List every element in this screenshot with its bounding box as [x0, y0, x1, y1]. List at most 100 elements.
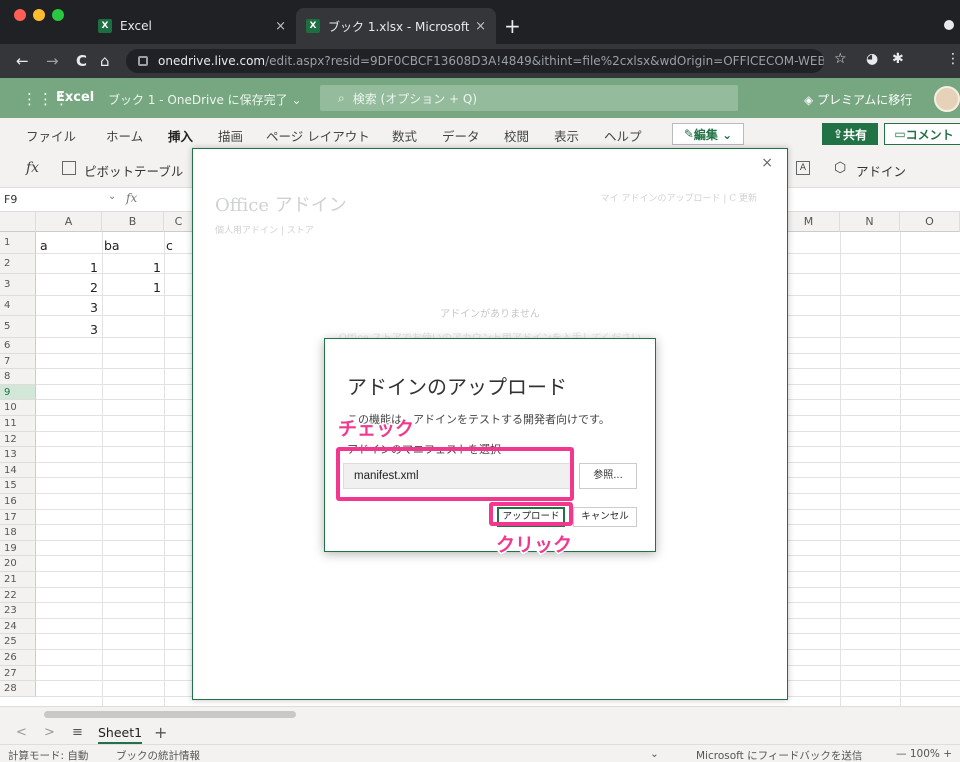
browser-menu-icon[interactable]	[944, 20, 954, 30]
row-header[interactable]: 2	[0, 254, 36, 274]
row-header[interactable]: 11	[0, 416, 36, 432]
cell-b1[interactable]: ba	[104, 238, 120, 253]
close-window-button[interactable]	[14, 9, 26, 21]
addin-button[interactable]: アドイン	[856, 161, 906, 180]
cell-b3[interactable]: 1	[153, 280, 161, 295]
row-header[interactable]: 13	[0, 447, 36, 463]
column-header-o[interactable]: O	[900, 212, 960, 232]
row-header[interactable]: 3	[0, 274, 36, 296]
name-box[interactable]: F9	[4, 193, 17, 206]
row-header[interactable]: 17	[0, 509, 36, 526]
tab-insert[interactable]: 挿入	[168, 126, 194, 153]
row-header[interactable]: 9	[0, 384, 36, 401]
tab-formulas[interactable]: 数式	[392, 126, 417, 145]
sheet-tab-sheet1[interactable]: Sheet1	[98, 725, 143, 744]
reload-icon[interactable]: C	[76, 52, 87, 70]
row-header[interactable]: 12	[0, 431, 36, 448]
column-header-n[interactable]: N	[840, 212, 900, 232]
document-title[interactable]: ブック 1 - OneDrive に保存完了 ⌄	[108, 91, 302, 108]
upload-my-addin-link[interactable]: マイ アドインのアップロード | C 更新	[601, 191, 757, 204]
row-header[interactable]: 28	[0, 681, 36, 697]
comment-button[interactable]: ▭ コメント	[884, 123, 960, 145]
text-box-icon[interactable]: A	[796, 161, 810, 175]
pivot-table-icon[interactable]	[62, 161, 76, 175]
close-icon[interactable]: ×	[761, 155, 773, 171]
puzzle-icon[interactable]: ✱	[892, 51, 904, 67]
sheet-list-icon[interactable]: ≡	[72, 725, 83, 740]
edit-mode-button[interactable]: ✎ 編集 ⌄	[672, 123, 744, 145]
cell-a4[interactable]: 3	[90, 300, 98, 315]
cell-a5[interactable]: 3	[90, 322, 98, 337]
add-sheet-button[interactable]: +	[154, 723, 167, 742]
tab-home[interactable]: ホーム	[106, 126, 143, 145]
horizontal-scrollbar[interactable]	[44, 711, 296, 718]
row-header[interactable]: 6	[0, 338, 36, 354]
share-button[interactable]: ⇪ 共有	[822, 123, 878, 145]
row-header[interactable]: 21	[0, 572, 36, 588]
url-field[interactable]: onedrive.live.com /edit.aspx?resid=9DF0C…	[126, 49, 824, 73]
prev-sheet-icon[interactable]: <	[16, 725, 27, 740]
zoom-control[interactable]: — 100% +	[896, 748, 952, 760]
bookmark-star-icon[interactable]: ☆	[834, 51, 847, 67]
new-tab-button[interactable]: +	[504, 16, 521, 36]
row-header[interactable]: 26	[0, 650, 36, 666]
search-input[interactable]: ⌕ 検索 (オプション + Q)	[320, 85, 738, 111]
tab-view[interactable]: 表示	[554, 126, 579, 145]
cancel-button[interactable]: キャンセル	[573, 507, 637, 527]
workbook-stats[interactable]: ブックの統計情報	[116, 748, 200, 762]
insert-function-icon[interactable]: fx	[26, 160, 39, 176]
addin-icon[interactable]: ⬡	[834, 160, 846, 176]
tab-data[interactable]: データ	[442, 126, 480, 145]
cell-a2[interactable]: 1	[90, 260, 98, 275]
feedback-link[interactable]: Microsoft にフィードバックを送信	[696, 748, 862, 762]
tab-review[interactable]: 校閲	[504, 126, 529, 145]
row-header[interactable]: 10	[0, 400, 36, 416]
row-header[interactable]: 19	[0, 540, 36, 557]
column-header-a[interactable]: A	[36, 212, 102, 232]
back-icon[interactable]: ←	[16, 52, 29, 70]
forward-icon[interactable]: →	[46, 52, 59, 70]
row-header[interactable]: 14	[0, 462, 36, 479]
tab-help[interactable]: ヘルプ	[604, 126, 642, 145]
row-header[interactable]: 7	[0, 353, 36, 370]
row-header[interactable]: 20	[0, 556, 36, 572]
tab-draw[interactable]: 描画	[218, 126, 243, 145]
column-header-c[interactable]: C	[164, 212, 194, 232]
home-icon[interactable]: ⌂	[100, 52, 110, 70]
row-header[interactable]: 24	[0, 618, 36, 635]
extension-icon[interactable]: ◕	[866, 51, 878, 67]
chevron-down-icon[interactable]: ⌄	[108, 191, 116, 202]
minimize-window-button[interactable]	[33, 9, 45, 21]
row-header[interactable]: 8	[0, 369, 36, 385]
next-sheet-icon[interactable]: >	[44, 725, 55, 740]
row-header[interactable]: 16	[0, 494, 36, 510]
app-name[interactable]: Excel	[56, 90, 94, 105]
row-header[interactable]: 23	[0, 603, 36, 619]
cell-b2[interactable]: 1	[153, 260, 161, 275]
row-header[interactable]: 1	[0, 232, 36, 254]
row-header[interactable]: 27	[0, 665, 36, 682]
calc-mode[interactable]: 計算モード: 自動	[8, 748, 88, 762]
select-all-corner[interactable]	[0, 212, 36, 232]
premium-link[interactable]: ◈ プレミアムに移行	[804, 91, 912, 108]
pivot-table-button[interactable]: ピボットテーブル	[84, 161, 183, 180]
cell-a1[interactable]: a	[40, 238, 48, 253]
kebab-menu-icon[interactable]: ⋮	[946, 51, 960, 67]
cell-a3[interactable]: 2	[90, 280, 98, 295]
row-header[interactable]: 25	[0, 634, 36, 650]
row-header[interactable]: 18	[0, 525, 36, 541]
browser-tab-workbook[interactable]: X ブック 1.xlsx - Microsoft Excel ( ×	[296, 8, 496, 44]
browse-button[interactable]: 参照...	[579, 463, 637, 489]
tab-file[interactable]: ファイル	[26, 126, 76, 145]
addins-tabs[interactable]: 個人用アドイン | ストア	[215, 223, 314, 236]
browser-tab-excel[interactable]: X Excel ×	[88, 8, 296, 44]
chevron-down-icon[interactable]: ⌄	[650, 748, 659, 760]
close-tab-icon[interactable]: ×	[275, 19, 286, 34]
row-header[interactable]: 15	[0, 478, 36, 494]
avatar[interactable]	[934, 86, 960, 112]
close-tab-icon[interactable]: ×	[475, 19, 486, 34]
tab-page-layout[interactable]: ページ レイアウト	[266, 126, 370, 145]
row-header[interactable]: 4	[0, 296, 36, 316]
cell-c1[interactable]: c	[166, 238, 173, 253]
row-header[interactable]: 22	[0, 587, 36, 604]
